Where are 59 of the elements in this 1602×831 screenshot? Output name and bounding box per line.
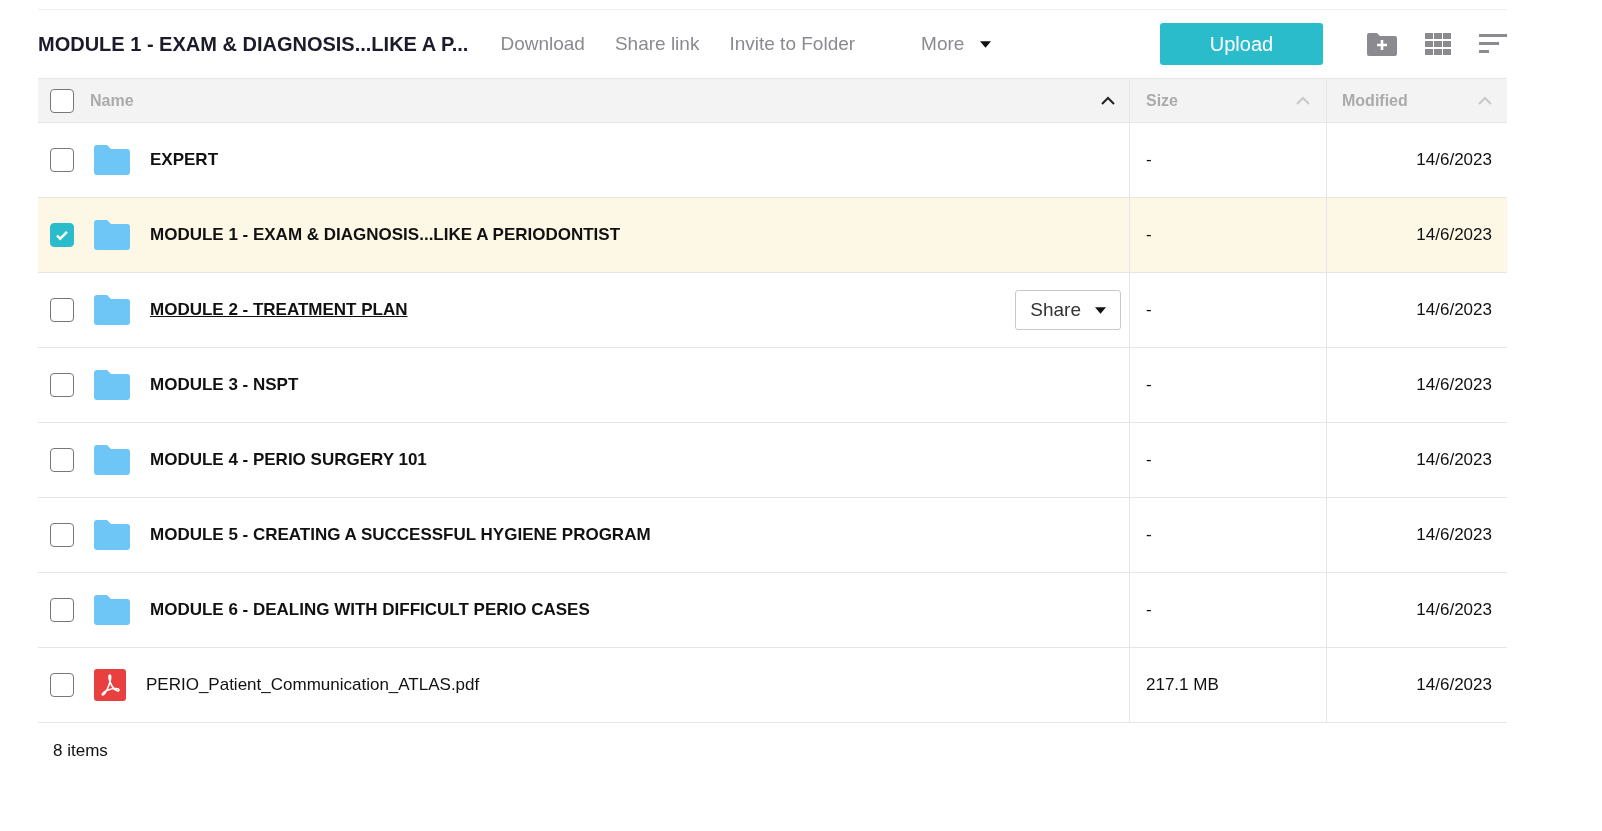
file-name-link[interactable]: PERIO_Patient_Communication_ATLAS.pdf — [146, 675, 480, 695]
folder-icon — [94, 520, 130, 550]
file-name-link[interactable]: MODULE 2 - TREATMENT PLAN — [150, 300, 408, 320]
checkbox[interactable] — [50, 298, 74, 322]
checkbox[interactable] — [50, 598, 74, 622]
date-text: 14/6/2023 — [1416, 375, 1492, 395]
toolbar-link[interactable]: Download — [500, 33, 585, 55]
folder-icon — [94, 595, 130, 625]
folder-plus-icon — [1367, 32, 1397, 56]
table-row[interactable]: MODULE 1 - EXAM & DIAGNOSIS...LIKE A PERIODONTIST - 14/6/2023 — [38, 198, 1507, 273]
table-row[interactable]: MODULE 5 - CREATING A SUCCESSFUL HYGIENE PROGRAM - 14/6/2023 — [38, 498, 1507, 573]
checkbox[interactable] — [50, 523, 74, 547]
folder-icon — [94, 445, 130, 475]
file-name-link[interactable]: MODULE 4 - PERIO SURGERY 101 — [150, 450, 427, 470]
grid-icon — [1425, 33, 1451, 55]
size-text: - — [1146, 300, 1152, 320]
size-text: - — [1146, 600, 1152, 620]
caret-icon — [1095, 306, 1106, 314]
table-row[interactable]: PERIO_Patient_Communication_ATLAS.pdf 217.1 MB 14/6/2023 — [38, 648, 1507, 723]
table-row[interactable]: EXPERT - 14/6/2023 — [38, 123, 1507, 198]
size-text: - — [1146, 450, 1152, 470]
file-name-link[interactable]: MODULE 5 - CREATING A SUCCESSFUL HYGIENE PROGRAM — [150, 525, 651, 545]
checkbox[interactable] — [50, 373, 74, 397]
file-name-link[interactable]: MODULE 1 - EXAM & DIAGNOSIS...LIKE A PERIODONTIST — [150, 225, 621, 245]
file-name-link[interactable]: EXPERT — [150, 150, 219, 170]
sort-icon — [1479, 34, 1507, 54]
checkbox[interactable] — [50, 448, 74, 472]
caret-icon — [980, 40, 992, 48]
size-text: - — [1146, 225, 1152, 245]
item-count: 8 items — [52, 740, 108, 761]
share-button[interactable]: Share — [1015, 290, 1121, 330]
size-text: 217.1 MB — [1146, 675, 1219, 695]
date-text: 14/6/2023 — [1416, 150, 1492, 170]
toolbar-link[interactable]: Share link — [614, 33, 700, 55]
size-text: - — [1146, 150, 1152, 170]
date-text: 14/6/2023 — [1416, 300, 1492, 320]
date-text: 14/6/2023 — [1416, 225, 1492, 245]
table-row[interactable]: MODULE 2 - TREATMENT PLAN Share - 14/6/2023 — [38, 273, 1507, 348]
folder-icon — [94, 220, 130, 250]
checkbox[interactable] — [50, 223, 74, 247]
checkbox[interactable] — [50, 148, 74, 172]
file-name-link[interactable]: MODULE 6 - DEALING WITH DIFFICULT PERIO CASES — [150, 600, 590, 620]
date-text: 14/6/2023 — [1416, 600, 1492, 620]
folder-title: MODULE 1 - EXAM & DIAGNOSIS...LIKE A P... — [38, 32, 469, 56]
table-row[interactable]: MODULE 3 - NSPT - 14/6/2023 — [38, 348, 1507, 423]
pdf-file-icon — [94, 669, 126, 701]
table-row[interactable]: MODULE 4 - PERIO SURGERY 101 - 14/6/2023 — [38, 423, 1507, 498]
date-text: 14/6/2023 — [1416, 450, 1492, 470]
folder-icon — [94, 145, 130, 175]
folder-icon — [94, 370, 130, 400]
date-text: 14/6/2023 — [1416, 525, 1492, 545]
date-text: 14/6/2023 — [1416, 675, 1492, 695]
checkbox[interactable] — [50, 673, 74, 697]
file-name-link[interactable]: MODULE 3 - NSPT — [150, 375, 299, 395]
folder-icon — [94, 295, 130, 325]
table-row[interactable]: MODULE 6 - DEALING WITH DIFFICULT PERIO CASES - 14/6/2023 — [38, 573, 1507, 648]
size-text: - — [1146, 525, 1152, 545]
checkbox[interactable] — [50, 88, 74, 113]
size-text: - — [1146, 375, 1152, 395]
